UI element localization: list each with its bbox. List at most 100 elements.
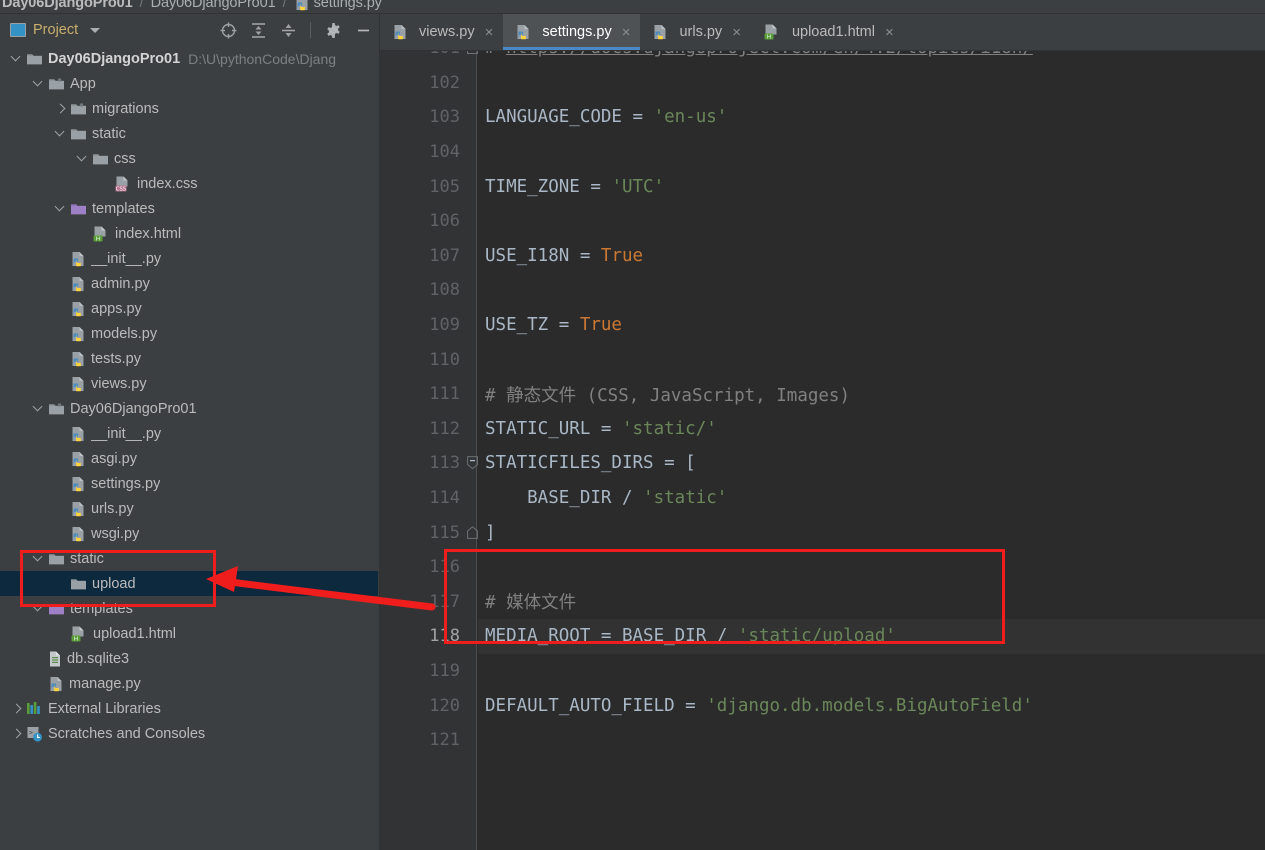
- breadcrumb-item[interactable]: Day06DjangoPro01: [151, 0, 276, 11]
- code-line[interactable]: 106: [380, 204, 1265, 239]
- code-line[interactable]: 115]: [380, 515, 1265, 550]
- project-title-group[interactable]: Project: [10, 22, 101, 38]
- chevron-down-icon[interactable]: [76, 152, 89, 165]
- collapse-all-icon[interactable]: [278, 20, 298, 40]
- chevron-right-icon[interactable]: [10, 727, 23, 740]
- tree-row[interactable]: Hindex.html: [0, 221, 378, 246]
- line-number: 105: [429, 176, 460, 197]
- code-token-link[interactable]: https://docs.djangoproject.com/en/4.2/to…: [506, 51, 1033, 58]
- code-line[interactable]: 108: [380, 273, 1265, 308]
- tree-row[interactable]: views.py: [0, 371, 378, 396]
- code-line[interactable]: 116: [380, 550, 1265, 585]
- breadcrumb-item[interactable]: settings.py: [314, 0, 382, 11]
- tree-row[interactable]: css: [0, 146, 378, 171]
- chevron-down-icon[interactable]: [54, 202, 67, 215]
- tree-row[interactable]: db.sqlite3: [0, 646, 378, 671]
- chevron-down-icon[interactable]: [32, 552, 45, 565]
- editor-tab[interactable]: settings.py ×: [503, 14, 641, 50]
- html-file-icon: H: [93, 226, 106, 242]
- chevron-right-icon[interactable]: [10, 702, 23, 715]
- breadcrumb-separator: /: [282, 0, 287, 11]
- line-number: 104: [429, 142, 460, 163]
- fold-collapse-icon[interactable]: [466, 51, 478, 66]
- code-line[interactable]: 109 USE_TZ = True: [380, 308, 1265, 343]
- close-icon[interactable]: ×: [485, 25, 494, 40]
- editor-tab[interactable]: urls.py ×: [640, 14, 750, 50]
- code-line[interactable]: 110: [380, 342, 1265, 377]
- tree-item-label: tests.py: [91, 350, 141, 367]
- hide-panel-icon[interactable]: [353, 20, 373, 40]
- code-line[interactable]: 113 STATICFILES_DIRS = [: [380, 446, 1265, 481]
- code-line[interactable]: 121: [380, 723, 1265, 758]
- code-line[interactable]: 107 USE_I18N = True: [380, 239, 1265, 274]
- chevron-down-icon[interactable]: [90, 27, 101, 33]
- tree-row[interactable]: apps.py: [0, 296, 378, 321]
- tree-row[interactable]: Hupload1.html: [0, 621, 378, 646]
- code-line[interactable]: 112 STATIC_URL = 'static/': [380, 412, 1265, 447]
- tree-row[interactable]: models.py: [0, 321, 378, 346]
- code-line[interactable]: 120 DEFAULT_AUTO_FIELD = 'django.db.model…: [380, 688, 1265, 723]
- line-number: 121: [429, 730, 460, 751]
- tree-row[interactable]: static: [0, 546, 378, 571]
- tree-row[interactable]: CSS index.css: [0, 171, 378, 196]
- tree-row[interactable]: settings.py: [0, 471, 378, 496]
- project-panel-toolbar: [218, 14, 373, 46]
- fold-region-end-icon[interactable]: [466, 515, 478, 550]
- chevron-right-icon[interactable]: [54, 102, 67, 115]
- fold-region-start-icon[interactable]: [466, 446, 478, 481]
- code-text: # https://docs.djangoproject.com/en/4.2/…: [478, 51, 1265, 66]
- tree-row[interactable]: tests.py: [0, 346, 378, 371]
- tree-row[interactable]: >_ Scratches and Consoles: [0, 721, 378, 746]
- tree-row[interactable]: __init__.py: [0, 421, 378, 446]
- breadcrumb-item[interactable]: Day06DjangoPro01: [2, 0, 133, 11]
- tree-row[interactable]: static: [0, 121, 378, 146]
- tree-item-label: templates: [92, 200, 155, 217]
- close-icon[interactable]: ×: [622, 25, 631, 40]
- folder-templates-icon: [49, 604, 64, 615]
- tree-row[interactable]: Day06DjangoPro01: [0, 396, 378, 421]
- chevron-down-icon[interactable]: [32, 602, 45, 615]
- settings-gear-icon[interactable]: [323, 20, 343, 40]
- expand-all-icon[interactable]: [248, 20, 268, 40]
- tree-item-label: static: [70, 550, 104, 567]
- tree-row[interactable]: templates: [0, 196, 378, 221]
- code-line[interactable]: 114 BASE_DIR / 'static': [380, 481, 1265, 516]
- code-line[interactable]: 101 # https://docs.djangoproject.com/en/4…: [380, 51, 1265, 66]
- code-editor[interactable]: 101 # https://docs.djangoproject.com/en/4…: [380, 51, 1265, 850]
- code-token-string: 'django.db.models.BigAutoField': [706, 695, 1033, 716]
- chevron-down-icon[interactable]: [10, 52, 23, 65]
- code-line[interactable]: 103 LANGUAGE_CODE = 'en-us': [380, 100, 1265, 135]
- code-line[interactable]: 117 # 媒体文件: [380, 585, 1265, 620]
- code-line[interactable]: 119: [380, 654, 1265, 689]
- editor-tab[interactable]: Hupload1.html ×: [751, 14, 904, 50]
- tree-row[interactable]: migrations: [0, 96, 378, 121]
- chevron-down-icon[interactable]: [32, 77, 45, 90]
- tree-row[interactable]: templates: [0, 596, 378, 621]
- project-file-tree[interactable]: Day06DjangoPro01 D:\U\pythonCode\Djang App…: [0, 46, 378, 850]
- code-line[interactable]: 118 MEDIA_ROOT = BASE_DIR / 'static/uploa…: [380, 619, 1265, 654]
- tree-row[interactable]: urls.py: [0, 496, 378, 521]
- close-icon[interactable]: ×: [885, 25, 894, 40]
- tree-row[interactable]: __init__.py: [0, 246, 378, 271]
- close-icon[interactable]: ×: [732, 25, 741, 40]
- code-line[interactable]: 111 # 静态文件 (CSS, JavaScript, Images): [380, 377, 1265, 412]
- tree-row[interactable]: manage.py: [0, 671, 378, 696]
- tree-row[interactable]: App: [0, 71, 378, 96]
- tree-row[interactable]: admin.py: [0, 271, 378, 296]
- chevron-down-icon[interactable]: [32, 402, 45, 415]
- chevron-down-icon[interactable]: [54, 127, 67, 140]
- locate-file-icon[interactable]: [218, 20, 238, 40]
- tree-row[interactable]: Day06DjangoPro01 D:\U\pythonCode\Djang: [0, 46, 378, 71]
- tree-row[interactable]: wsgi.py: [0, 521, 378, 546]
- code-line[interactable]: 105 TIME_ZONE = 'UTC': [380, 169, 1265, 204]
- tree-row[interactable]: asgi.py: [0, 446, 378, 471]
- code-line[interactable]: 104: [380, 135, 1265, 170]
- editor-tab[interactable]: views.py ×: [380, 14, 503, 50]
- code-line[interactable]: 102: [380, 66, 1265, 101]
- tree-row[interactable]: External Libraries: [0, 696, 378, 721]
- tree-row[interactable]: upload: [0, 571, 378, 596]
- line-number: 110: [429, 349, 460, 370]
